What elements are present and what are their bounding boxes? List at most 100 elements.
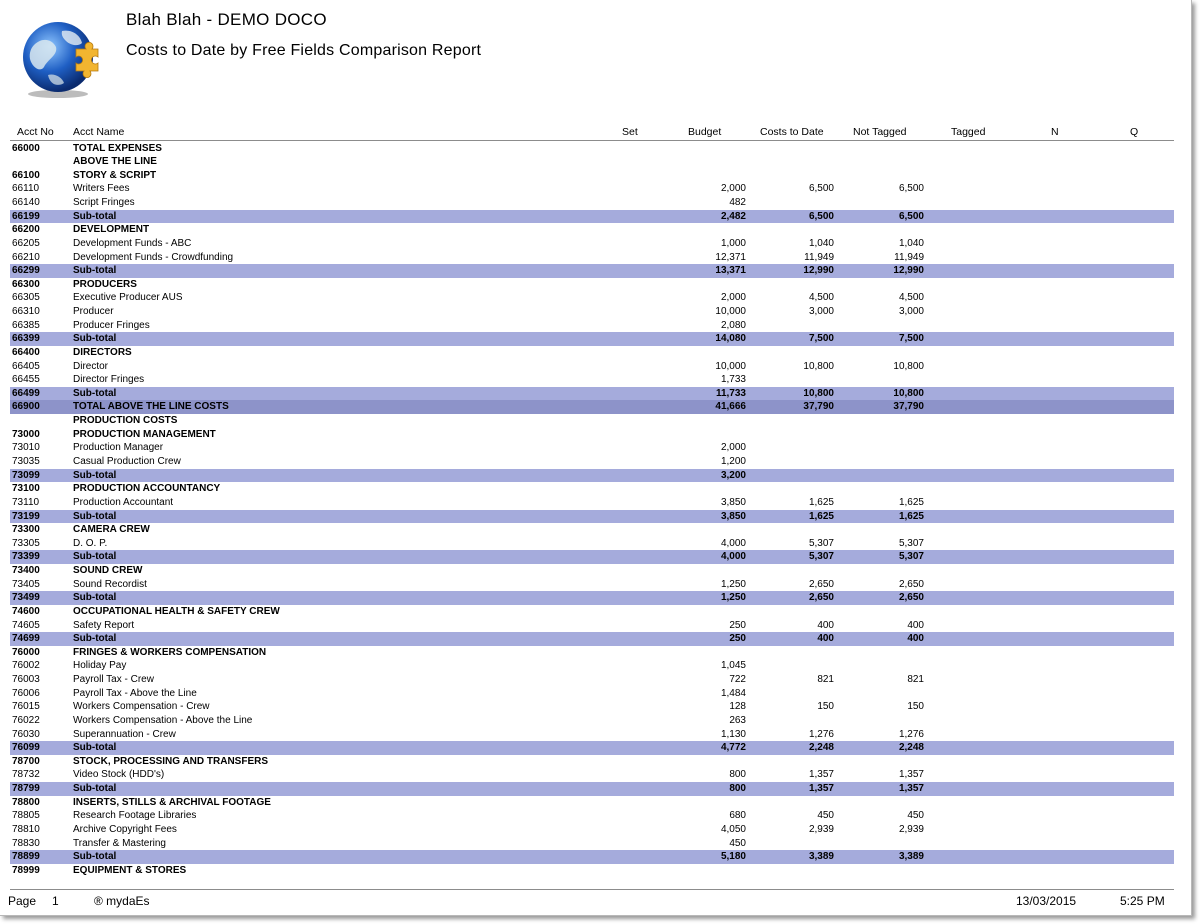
col-acct-name: Acct Name [73, 126, 125, 138]
section-heading-row: 73300 CAMERA CREW [10, 523, 1174, 537]
budget-cell: 250 [729, 633, 746, 645]
col-set: Set [622, 126, 638, 138]
acct-no-cell: 73035 [12, 455, 40, 467]
subtotal-row: 66499 Sub-total 11,733 10,800 10,800 [10, 386, 1174, 401]
not-tagged-cell: 400 [907, 619, 924, 631]
subtotal-row: 66399 Sub-total 14,080 7,500 7,500 [10, 332, 1174, 346]
not-tagged-cell: 1,357 [898, 769, 924, 781]
not-tagged-cell: 3,389 [898, 851, 924, 863]
table-row: 73405 Sound Recordist 1,250 2,650 2,650 [10, 578, 1174, 592]
table-row: 76002 Holiday Pay 1,045 [10, 659, 1174, 673]
acct-no-cell: 78805 [12, 810, 40, 822]
page-label: Page [8, 894, 37, 908]
acct-no-cell: 76002 [12, 660, 40, 672]
costs-to-date-cell: 400 [817, 633, 834, 645]
not-tagged-cell: 11,949 [894, 251, 924, 263]
section-heading-row: 76000 FRINGES & WORKERS COMPENSATION [10, 646, 1174, 660]
budget-cell: 12,371 [715, 251, 746, 263]
acct-name-cell: Script Fringes [73, 197, 135, 209]
not-tagged-cell: 6,500 [898, 183, 924, 195]
not-tagged-cell: 450 [907, 810, 924, 822]
acct-name-cell: DIRECTORS [73, 346, 132, 358]
acct-name-cell: Casual Production Crew [73, 455, 181, 467]
table-row: 76030 Superannuation - Crew 1,130 1,276 1,27… [10, 728, 1174, 742]
acct-name-cell: PRODUCTION MANAGEMENT [73, 428, 216, 440]
table-row: 76022 Workers Compensation - Above the Li… [10, 714, 1174, 728]
budget-cell: 4,000 [720, 551, 746, 563]
table-row: 73110 Production Accountant 3,850 1,625 1,62… [10, 496, 1174, 510]
section-heading-row: 66300 PRODUCERS [10, 278, 1174, 292]
not-tagged-cell: 7,500 [898, 333, 924, 345]
subtotal-row: 78799 Sub-total 800 1,357 1,357 [10, 782, 1174, 796]
acct-name-cell: Producer Fringes [73, 319, 150, 331]
acct-name-cell: Sub-total [73, 333, 117, 345]
budget-cell: 10,000 [715, 306, 746, 318]
not-tagged-cell: 3,000 [898, 306, 924, 318]
acct-name-cell: Sub-total [73, 592, 117, 604]
budget-cell: 3,850 [720, 510, 746, 522]
acct-no-cell: 66310 [12, 306, 40, 318]
costs-to-date-cell: 1,357 [808, 769, 834, 781]
table-row: 78805 Research Footage Libraries 680 450 450 [10, 809, 1174, 823]
budget-cell: 2,000 [720, 442, 746, 454]
acct-no-cell: 78799 [12, 783, 40, 795]
subtotal-row: 73399 Sub-total 4,000 5,307 5,307 [10, 550, 1174, 564]
costs-to-date-cell: 1,040 [808, 237, 834, 249]
table-row: 66310 Producer 10,000 3,000 3,000 [10, 305, 1174, 319]
costs-to-date-cell: 1,357 [808, 783, 834, 795]
acct-no-cell: 66399 [12, 333, 40, 345]
costs-to-date-cell: 400 [817, 619, 834, 631]
acct-name-cell: Production Manager [73, 442, 164, 454]
acct-name-cell: Sub-total [73, 387, 117, 399]
acct-no-cell: 76000 [12, 646, 40, 658]
globe-puzzle-logo-icon [23, 22, 99, 98]
acct-name-cell: Research Footage Libraries [73, 810, 197, 822]
not-tagged-cell: 10,800 [893, 387, 924, 399]
report-title: Costs to Date by Free Fields Comparison … [126, 42, 482, 59]
table-row: 66305 Executive Producer AUS 2,000 4,500 4,5… [10, 291, 1174, 305]
acct-name-cell: INSERTS, STILLS & ARCHIVAL FOOTAGE [73, 796, 271, 808]
acct-no-cell: 78999 [12, 864, 40, 876]
acct-no-cell: 66000 [12, 142, 40, 154]
costs-to-date-cell: 2,939 [808, 824, 834, 835]
section-heading-row: 78800 INSERTS, STILLS & ARCHIVAL FOOTAGE [10, 796, 1174, 810]
budget-cell: 800 [729, 783, 746, 795]
subtotal-row: 78899 Sub-total 5,180 3,389 3,389 [10, 850, 1174, 864]
budget-cell: 1,000 [720, 237, 746, 249]
acct-no-cell: 73000 [12, 428, 40, 440]
acct-no-cell: 73305 [12, 537, 40, 549]
budget-cell: 2,080 [720, 319, 746, 331]
acct-no-cell: 78810 [12, 824, 40, 835]
acct-name-cell: Writers Fees [73, 183, 130, 195]
not-tagged-cell: 2,939 [898, 824, 924, 835]
not-tagged-cell: 821 [907, 674, 924, 686]
acct-name-cell: STOCK, PROCESSING AND TRANSFERS [73, 755, 269, 767]
table-row: 78810 Archive Copyright Fees 4,050 2,939 2,9… [10, 823, 1174, 837]
acct-name-cell: Sub-total [73, 510, 117, 522]
acct-no-cell: 74699 [12, 633, 40, 645]
budget-cell: 3,200 [720, 469, 746, 481]
acct-no-cell: 66400 [12, 346, 40, 358]
not-tagged-cell: 2,650 [898, 578, 924, 590]
acct-name-cell: Sub-total [73, 265, 117, 277]
not-tagged-cell: 2,248 [898, 742, 924, 754]
not-tagged-cell: 1,040 [898, 237, 924, 249]
costs-to-date-cell: 5,307 [808, 551, 834, 563]
acct-name-cell: PRODUCTION ACCOUNTANCY [73, 483, 221, 495]
acct-name-cell: Development Funds - ABC [73, 237, 192, 249]
section-heading-row: 66100 STORY & SCRIPT [10, 169, 1174, 183]
acct-no-cell: 66385 [12, 319, 40, 331]
acct-name-cell: DEVELOPMENT [73, 224, 150, 236]
acct-no-cell: 66305 [12, 292, 40, 304]
acct-name-cell: Superannuation - Crew [73, 728, 176, 740]
table-row: 66110 Writers Fees 2,000 6,500 6,500 [10, 182, 1174, 196]
budget-cell: 2,000 [720, 292, 746, 304]
costs-to-date-cell: 10,800 [803, 360, 834, 372]
acct-no-cell: 78732 [12, 769, 40, 781]
acct-no-cell: 78700 [12, 755, 40, 767]
acct-no-cell: 66299 [12, 265, 40, 277]
acct-name-cell: Sub-total [73, 851, 117, 863]
acct-no-cell: 66140 [12, 197, 40, 209]
acct-no-cell: 73100 [12, 483, 40, 495]
budget-cell: 1,045 [720, 660, 746, 672]
